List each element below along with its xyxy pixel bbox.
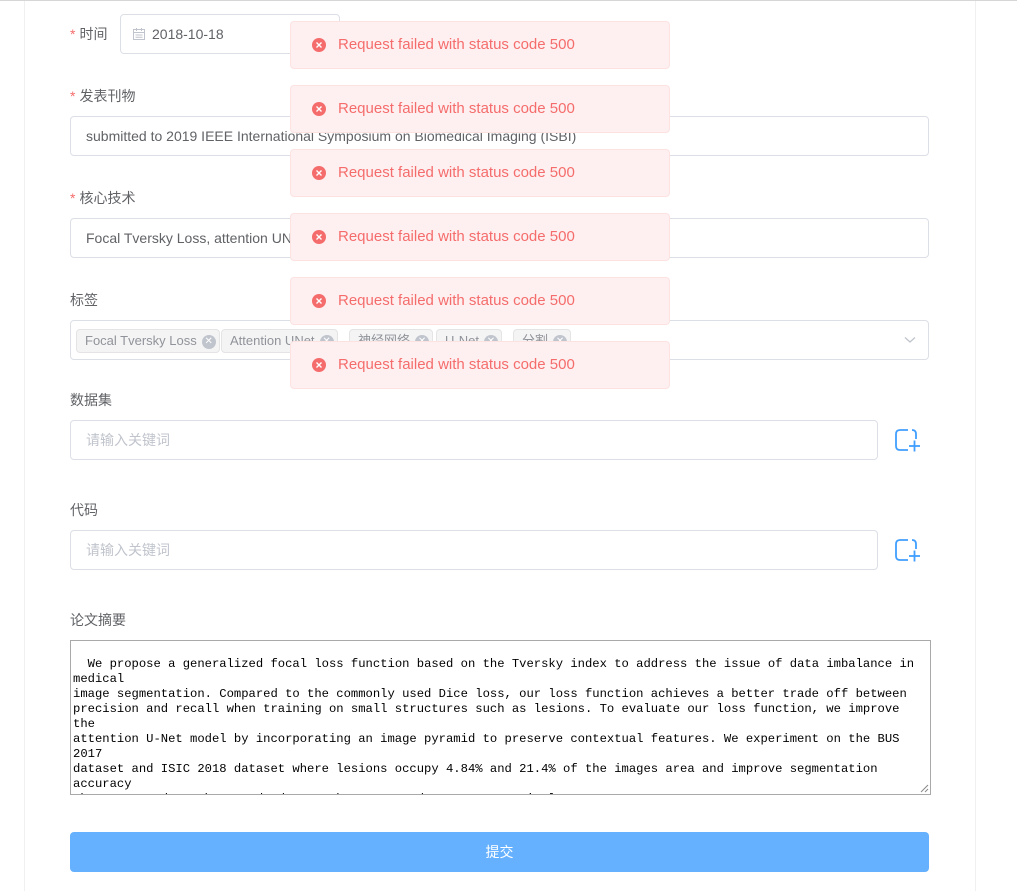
error-toast: Request failed with status code 500 — [290, 213, 670, 261]
tag-close-icon[interactable]: ✕ — [201, 335, 216, 349]
dataset-label: 数据集 — [70, 392, 112, 408]
dataset-placeholder: 请输入关键词 — [86, 432, 170, 448]
dataset-search-input[interactable]: 请输入关键词 — [70, 420, 878, 460]
required-asterisk: * — [70, 88, 76, 104]
abstract-textarea[interactable]: We propose a generalized focal loss func… — [70, 640, 931, 795]
toast-message: Request failed with status code 500 — [338, 164, 575, 181]
code-label: 代码 — [70, 502, 98, 518]
tech-label: * 核心技术 — [70, 190, 136, 206]
submit-button[interactable]: 提交 — [70, 832, 929, 872]
error-toast: Request failed with status code 500 — [290, 277, 670, 325]
calendar-icon — [133, 28, 145, 40]
chevron-down-icon[interactable] — [904, 335, 916, 345]
error-icon — [312, 230, 326, 244]
error-toast: Request failed with status code 500 — [290, 21, 670, 69]
toast-message: Request failed with status code 500 — [338, 228, 575, 245]
code-search-input[interactable]: 请输入关键词 — [70, 530, 878, 570]
code-placeholder: 请输入关键词 — [86, 542, 170, 558]
tag-label: Focal Tversky Loss — [85, 333, 197, 348]
toast-message: Request failed with status code 500 — [338, 356, 575, 373]
error-icon — [312, 166, 326, 180]
error-icon — [312, 294, 326, 308]
toast-message: Request failed with status code 500 — [338, 100, 575, 117]
journal-label: * 发表刊物 — [70, 88, 136, 104]
abstract-label: 论文摘要 — [70, 612, 126, 628]
error-icon — [312, 38, 326, 52]
error-toast: Request failed with status code 500 — [290, 341, 670, 389]
error-toast: Request failed with status code 500 — [290, 85, 670, 133]
required-asterisk: * — [70, 190, 76, 206]
tags-label: 标签 — [70, 292, 98, 308]
add-code-icon[interactable] — [894, 537, 920, 563]
toast-message: Request failed with status code 500 — [338, 36, 575, 53]
resize-handle-icon[interactable] — [920, 784, 929, 793]
error-icon — [312, 102, 326, 116]
toast-message: Request failed with status code 500 — [338, 292, 575, 309]
date-value: 2018-10-18 — [152, 26, 224, 42]
error-icon — [312, 358, 326, 372]
tag-chip: Focal Tversky Loss ✕ — [76, 329, 220, 353]
required-asterisk: * — [70, 26, 76, 42]
add-dataset-icon[interactable] — [894, 427, 920, 453]
date-label: * 时间 — [70, 26, 108, 42]
error-toast: Request failed with status code 500 — [290, 149, 670, 197]
abstract-value: We propose a generalized focal loss func… — [73, 657, 915, 794]
